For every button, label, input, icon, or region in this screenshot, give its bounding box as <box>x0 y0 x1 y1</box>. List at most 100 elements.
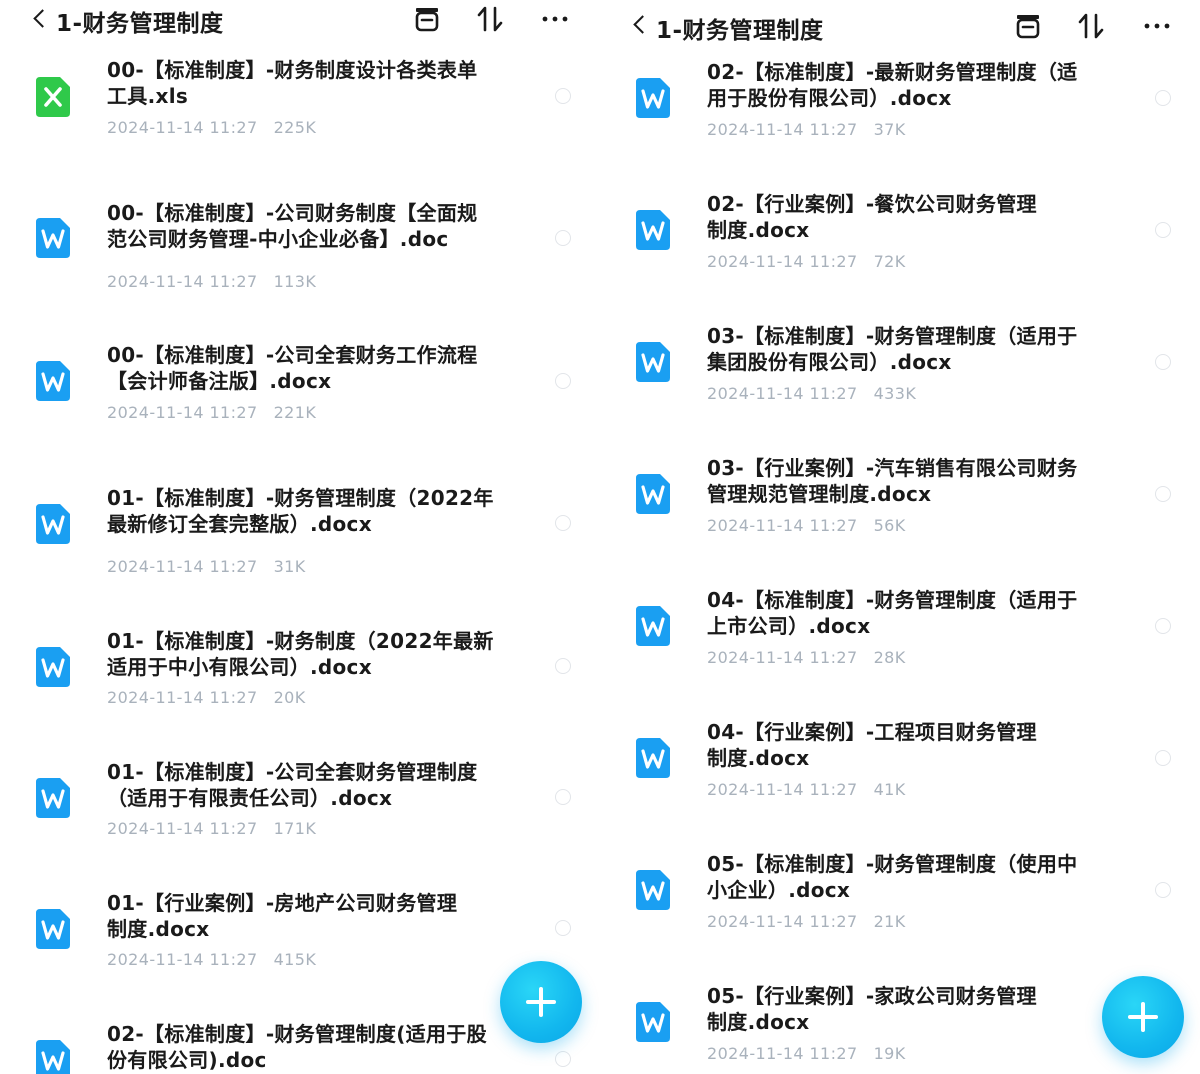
file-name: 02-【标准制度】-最新财务管理制度（适 用于股份有限公司）.docx <box>707 60 1078 110</box>
file-name: 01-【行业案例】-房地产公司财务管理 制度.docx <box>107 891 458 941</box>
select-radio[interactable] <box>1155 882 1171 898</box>
file-size: 433K <box>873 384 917 403</box>
right-panel: 1-财务管理制度 02-【标准制度】-最新财务管理制度（适 用于股份有限公司）.… <box>600 0 1200 1074</box>
select-radio[interactable] <box>555 88 571 104</box>
select-radio[interactable] <box>1155 750 1171 766</box>
file-size: 113K <box>273 272 317 291</box>
back-icon[interactable] <box>30 6 52 32</box>
archive-icon[interactable] <box>410 2 444 36</box>
file-size: 415K <box>273 950 317 969</box>
select-radio[interactable] <box>1155 222 1171 238</box>
word-icon <box>34 216 72 260</box>
file-date: 2024-11-14 11:27 <box>107 950 258 969</box>
file-name: 01-【标准制度】-财务管理制度（2022年 最新修订全套完整版）.docx <box>107 486 494 536</box>
file-meta: 2024-11-14 11:27 21K <box>707 912 906 931</box>
word-icon <box>34 776 72 820</box>
word-icon <box>34 359 72 403</box>
file-meta: 2024-11-14 11:27 20K <box>107 688 306 707</box>
file-size: 225K <box>273 118 317 137</box>
word-icon <box>634 736 672 780</box>
file-name: 01-【标准制度】-公司全套财务管理制度 （适用于有限责任公司）.docx <box>107 760 478 810</box>
select-radio[interactable] <box>1155 354 1171 370</box>
select-radio[interactable] <box>555 515 571 531</box>
sort-icon[interactable] <box>1074 9 1108 43</box>
left-panel: 1-财务管理制度 00-【标准制度】-财务制度设计各类表单 工具.xls 202… <box>0 0 600 1074</box>
file-date: 2024-11-14 11:27 <box>107 688 258 707</box>
file-size: 37K <box>873 120 906 139</box>
file-date: 2024-11-14 11:27 <box>707 384 858 403</box>
file-date: 2024-11-14 11:27 <box>107 819 258 838</box>
more-icon[interactable] <box>538 2 572 36</box>
file-size: 56K <box>873 516 906 535</box>
file-name: 04-【行业案例】-工程项目财务管理 制度.docx <box>707 720 1037 770</box>
file-meta: 2024-11-14 11:27 41K <box>707 780 906 799</box>
file-size: 41K <box>873 780 906 799</box>
file-date: 2024-11-14 11:27 <box>107 403 258 422</box>
archive-icon[interactable] <box>1011 9 1045 43</box>
add-fab-button[interactable] <box>500 961 582 1043</box>
select-radio[interactable] <box>1155 486 1171 502</box>
file-date: 2024-11-14 11:27 <box>707 516 858 535</box>
header: 1-财务管理制度 <box>0 0 600 50</box>
word-icon <box>634 76 672 120</box>
header: 1-财务管理制度 <box>600 0 1200 50</box>
file-name: 04-【标准制度】-财务管理制度（适用于 上市公司）.docx <box>707 588 1078 638</box>
file-name: 02-【行业案例】-餐饮公司财务管理 制度.docx <box>707 192 1037 242</box>
add-fab-button[interactable] <box>1102 976 1184 1058</box>
select-radio[interactable] <box>555 789 571 805</box>
back-icon[interactable] <box>630 12 652 38</box>
file-size: 21K <box>873 912 906 931</box>
file-size: 19K <box>873 1044 906 1063</box>
file-meta: 2024-11-14 11:27 56K <box>707 516 906 535</box>
file-meta: 2024-11-14 11:27 433K <box>707 384 916 403</box>
file-date: 2024-11-14 11:27 <box>707 648 858 667</box>
file-size: 28K <box>873 648 906 667</box>
select-radio[interactable] <box>555 920 571 936</box>
excel-icon <box>34 75 72 119</box>
file-name: 00-【标准制度】-公司财务制度【全面规 范公司财务管理-中小企业必备】.doc <box>107 201 478 251</box>
word-icon <box>634 340 672 384</box>
file-size: 72K <box>873 252 906 271</box>
file-date: 2024-11-14 11:27 <box>107 118 258 137</box>
file-size: 20K <box>273 688 306 707</box>
file-meta: 2024-11-14 11:27 171K <box>107 819 316 838</box>
word-icon <box>34 1038 72 1074</box>
file-date: 2024-11-14 11:27 <box>107 557 258 576</box>
file-meta: 2024-11-14 11:27 415K <box>107 950 316 969</box>
word-icon <box>634 868 672 912</box>
file-name: 00-【标准制度】-公司全套财务工作流程 【会计师备注版】.docx <box>107 343 478 393</box>
file-name: 03-【行业案例】-汽车销售有限公司财务 管理规范管理制度.docx <box>707 456 1078 506</box>
word-icon <box>34 645 72 689</box>
file-name: 05-【行业案例】-家政公司财务管理 制度.docx <box>707 984 1037 1034</box>
file-date: 2024-11-14 11:27 <box>707 120 858 139</box>
file-meta: 2024-11-14 11:27 221K <box>107 403 316 422</box>
sort-icon[interactable] <box>473 2 507 36</box>
file-size: 171K <box>273 819 317 838</box>
file-meta: 2024-11-14 11:27 31K <box>107 557 306 576</box>
file-meta: 2024-11-14 11:27 72K <box>707 252 906 271</box>
file-name: 01-【标准制度】-财务制度（2022年最新 适用于中小有限公司）.docx <box>107 629 494 679</box>
select-radio[interactable] <box>1155 618 1171 634</box>
select-radio[interactable] <box>555 1051 571 1067</box>
word-icon <box>634 1000 672 1044</box>
file-size: 221K <box>273 403 317 422</box>
select-radio[interactable] <box>1155 90 1171 106</box>
file-meta: 2024-11-14 11:27 113K <box>107 272 316 291</box>
select-radio[interactable] <box>555 373 571 389</box>
page-title: 1-财务管理制度 <box>656 18 824 44</box>
file-date: 2024-11-14 11:27 <box>707 1044 858 1063</box>
file-date: 2024-11-14 11:27 <box>107 272 258 291</box>
file-name: 05-【标准制度】-财务管理制度（使用中 小企业）.docx <box>707 852 1078 902</box>
file-date: 2024-11-14 11:27 <box>707 912 858 931</box>
file-meta: 2024-11-14 11:27 28K <box>707 648 906 667</box>
word-icon <box>34 907 72 951</box>
word-icon <box>34 502 72 546</box>
select-radio[interactable] <box>555 230 571 246</box>
file-name: 00-【标准制度】-财务制度设计各类表单 工具.xls <box>107 58 478 108</box>
select-radio[interactable] <box>555 658 571 674</box>
file-size: 31K <box>273 557 306 576</box>
file-meta: 2024-11-14 11:27 37K <box>707 120 906 139</box>
file-meta: 2024-11-14 11:27 225K <box>107 118 316 137</box>
page-title: 1-财务管理制度 <box>56 11 224 37</box>
more-icon[interactable] <box>1140 9 1174 43</box>
